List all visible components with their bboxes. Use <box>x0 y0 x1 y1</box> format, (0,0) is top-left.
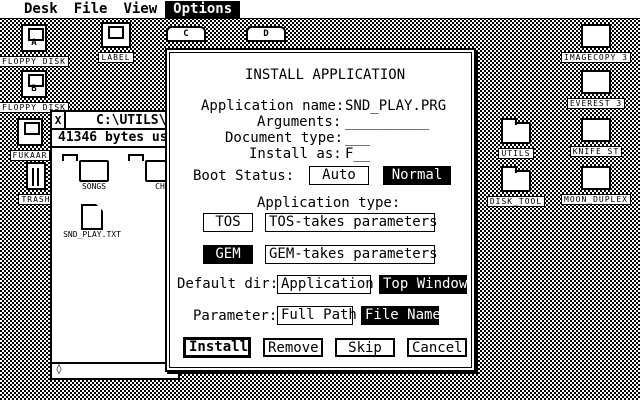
application-icon <box>581 70 611 94</box>
desktop-icon-moon-duplex[interactable]: MOON_DUPLEX <box>556 166 636 206</box>
boot-status-label: Boot Status: <box>193 168 295 184</box>
type-tos-button[interactable]: TOS <box>203 213 253 232</box>
application-icon <box>581 118 611 142</box>
boot-auto-button[interactable]: Auto <box>309 166 369 185</box>
parameter-label: Parameter: <box>193 308 278 324</box>
dir-application-button[interactable]: Application <box>277 275 374 294</box>
disk-icon <box>17 118 43 146</box>
file-label: SND_PLAY.TXT <box>63 230 121 239</box>
app-type-label: Application type: <box>257 195 401 211</box>
type-tos-params-button[interactable]: TOS-takes parameters <box>265 213 438 232</box>
drive-c-icon: C <box>166 26 206 42</box>
app-name-label: Application name: <box>201 98 345 114</box>
type-gem-params-button[interactable]: GEM-takes parameters <box>265 245 438 264</box>
desktop-icon-c[interactable]: C <box>156 26 216 42</box>
window-titlebar[interactable]: X C:\UTILS\ <box>52 112 178 130</box>
drive-d-icon: D <box>246 26 286 42</box>
menu-bar: Desk File View Options <box>0 0 640 19</box>
dir-top-window-button[interactable]: Top Window <box>379 275 467 294</box>
folder-icon <box>501 166 531 192</box>
file-item[interactable]: SND_PLAY.TXT <box>52 204 132 239</box>
install-as-label: Install as: <box>249 146 342 162</box>
floppy-disk-icon: B <box>21 70 47 98</box>
type-gem-button[interactable]: GEM <box>203 245 253 264</box>
menu-file[interactable]: File <box>66 1 116 18</box>
arguments-field[interactable]: __________ <box>345 114 429 130</box>
folder-item[interactable]: SONGS <box>64 160 124 191</box>
desktop-icon-floppy-a[interactable]: A FLOPPY DISK <box>0 24 74 68</box>
desktop-icon-utils[interactable]: UTILS <box>476 118 556 160</box>
close-icon[interactable]: X <box>52 112 66 128</box>
desktop-icon-floppy-b[interactable]: B FLOPPY DISK <box>0 70 74 114</box>
desktop-icon-disk-tool[interactable]: DISK_TOOL <box>476 166 556 208</box>
param-file-name-button[interactable]: File Name <box>361 306 441 325</box>
document-icon <box>81 204 103 230</box>
folder-icon <box>501 118 531 144</box>
desktop-icon-d[interactable]: D <box>236 26 296 42</box>
boot-normal-button[interactable]: Normal <box>383 166 451 185</box>
scroll-left-icon[interactable]: ◊ <box>56 364 62 375</box>
document-type-label: Document type: <box>225 130 344 146</box>
skip-button[interactable]: Skip <box>335 338 395 357</box>
default-dir-label: Default dir: <box>177 276 279 292</box>
desktop-icon-everest[interactable]: EVEREST 3 <box>556 70 636 110</box>
remove-button[interactable]: Remove <box>263 338 323 357</box>
dialog-title: INSTALL APPLICATION <box>245 67 406 83</box>
window-info: 41346 bytes us <box>52 130 178 148</box>
desktop-icon-label[interactable]: LABEL <box>76 22 156 64</box>
desktop-icon-knife[interactable]: KNIFE ST <box>556 118 636 158</box>
cancel-button[interactable]: Cancel <box>407 338 467 357</box>
arguments-label: Arguments: <box>257 114 342 130</box>
menu-view[interactable]: View <box>115 1 165 18</box>
menu-desk[interactable]: Desk <box>16 1 66 18</box>
trash-icon <box>26 162 46 190</box>
install-as-field[interactable]: F__ <box>345 146 370 162</box>
folder-icon <box>79 160 109 182</box>
horizontal-scrollbar[interactable]: ◊ <box>52 362 178 378</box>
computer-icon <box>101 22 131 48</box>
window-title: C:\UTILS\ <box>96 112 167 128</box>
app-name-value: SND_PLAY.PRG <box>345 98 447 114</box>
param-full-path-button[interactable]: Full Path <box>277 306 357 325</box>
application-icon <box>581 24 611 48</box>
file-label: SONGS <box>81 182 107 191</box>
install-application-dialog: INSTALL APPLICATION Application name: SN… <box>165 48 476 372</box>
document-type-field[interactable]: ___ <box>345 130 370 146</box>
desktop-icon-imagecopy[interactable]: IMAGECOPY 3 <box>556 24 636 64</box>
menu-options[interactable]: Options <box>165 0 241 18</box>
application-icon <box>581 166 611 190</box>
floppy-disk-icon: A <box>21 24 47 52</box>
install-button[interactable]: Install <box>183 337 251 358</box>
directory-window: X C:\UTILS\ 41346 bytes us SONGS CH SND_… <box>50 110 180 380</box>
